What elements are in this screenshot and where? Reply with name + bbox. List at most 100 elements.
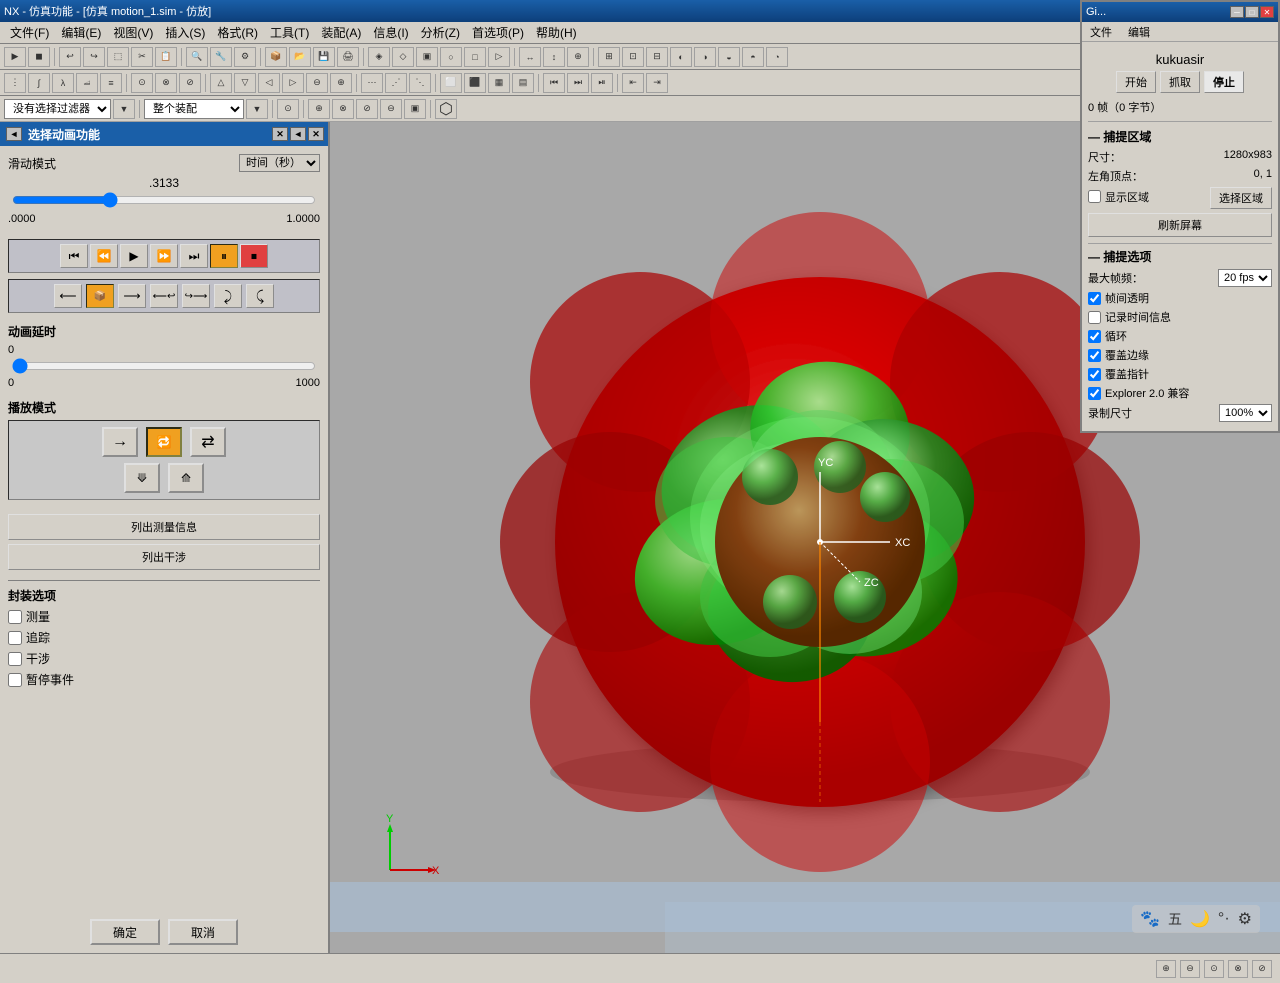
toolbar3-btn-5[interactable]: ⊗ <box>332 99 354 119</box>
pause-btn[interactable]: ⏸ <box>210 244 238 268</box>
toolbar2-btn-20[interactable]: ▦ <box>488 73 510 93</box>
stop-capture-btn[interactable]: 停止 <box>1204 71 1244 93</box>
toolbar3-btn-4[interactable]: ⊕ <box>308 99 330 119</box>
loop-btn-2[interactable]: 📦 <box>86 284 114 308</box>
toolbar-btn-10[interactable]: ⚙ <box>234 47 256 67</box>
toolbar2-btn-6[interactable]: ⊙ <box>131 73 153 93</box>
toolbar-btn-16[interactable]: ◇ <box>392 47 414 67</box>
assembly-dropdown[interactable]: 整个装配 <box>144 99 244 119</box>
toolbar-btn-3[interactable]: ↩ <box>59 47 81 67</box>
play-mode-loop-btn[interactable]: 🔁 <box>146 427 182 457</box>
loop-btn-4[interactable]: ⟵↩ <box>150 284 178 308</box>
select-area-btn[interactable]: 选择区域 <box>1210 187 1272 209</box>
menu-preferences[interactable]: 首选项(P) <box>466 22 530 43</box>
menu-help[interactable]: 帮助(H) <box>530 22 583 43</box>
rp-menu-edit[interactable]: 编辑 <box>1124 23 1154 41</box>
fwd-end-btn[interactable]: ⏭ <box>180 244 208 268</box>
toolbar2-btn-10[interactable]: ▽ <box>234 73 256 93</box>
list-interference-btn[interactable]: 列出干涉 <box>8 544 320 570</box>
toolbar2-btn-5[interactable]: ≡ <box>100 73 122 93</box>
toolbar2-btn-9[interactable]: △ <box>210 73 232 93</box>
loop-checkbox[interactable] <box>1088 330 1101 343</box>
loop-btn-6[interactable]: ⤸ <box>214 284 242 308</box>
play-mode-btn-5[interactable]: ⟰ <box>168 463 204 493</box>
toolbar-btn-25[interactable]: ⊡ <box>622 47 644 67</box>
toolbar-btn-20[interactable]: ▷ <box>488 47 510 67</box>
cancel-btn[interactable]: 取消 <box>168 919 238 945</box>
toolbar-btn-24[interactable]: ⊞ <box>598 47 620 67</box>
toolbar2-btn-18[interactable]: ⬜ <box>440 73 462 93</box>
rp-maximize-btn[interactable]: □ <box>1245 6 1259 18</box>
rp-menu-file[interactable]: 文件 <box>1086 23 1116 41</box>
loop-btn-1[interactable]: ⟵ <box>54 284 82 308</box>
menu-info[interactable]: 信息(I) <box>367 22 414 43</box>
toolbar-btn-19[interactable]: □ <box>464 47 486 67</box>
toolbar2-btn-22[interactable]: ⏮ <box>543 73 565 93</box>
toolbar2-btn-13[interactable]: ⊖ <box>306 73 328 93</box>
toolbar-btn-17[interactable]: ▣ <box>416 47 438 67</box>
refresh-screen-btn[interactable]: 刷新屏幕 <box>1088 213 1272 237</box>
fps-select[interactable]: 20 fps 30 fps 15 fps <box>1218 269 1272 287</box>
status-btn-3[interactable]: ⊙ <box>1204 960 1224 978</box>
panel-expand-btn[interactable]: ◄ <box>6 127 22 141</box>
confirm-btn[interactable]: 确定 <box>90 919 160 945</box>
panel-close-btn[interactable]: ◄ <box>290 127 306 141</box>
rewind-start-btn[interactable]: ⏮ <box>60 244 88 268</box>
toolbar-start-btn[interactable]: ▶ <box>4 47 26 67</box>
measure-checkbox[interactable] <box>8 610 22 624</box>
loop-btn-3[interactable]: ⟶ <box>118 284 146 308</box>
toolbar-btn-9[interactable]: 🔧 <box>210 47 232 67</box>
toolbar3-btn-3[interactable]: ⊙ <box>277 99 299 119</box>
toolbar3-btn-6[interactable]: ⊘ <box>356 99 378 119</box>
status-btn-4[interactable]: ⊗ <box>1228 960 1248 978</box>
toolbar-btn-28[interactable]: ◑ <box>694 47 716 67</box>
selection-dropdown[interactable]: 没有选择过滤器 <box>4 99 111 119</box>
cover-pointer-checkbox[interactable] <box>1088 368 1101 381</box>
panel-close-x-btn[interactable]: ✕ <box>308 127 324 141</box>
rp-minimize-btn[interactable]: ─ <box>1230 6 1244 18</box>
toolbar3-btn-7[interactable]: ⊖ <box>380 99 402 119</box>
menu-format[interactable]: 格式(R) <box>211 22 264 43</box>
show-area-checkbox[interactable] <box>1088 190 1101 203</box>
toolbar2-btn-1[interactable]: ⋮ <box>4 73 26 93</box>
time-slider[interactable] <box>12 192 316 208</box>
status-btn-5[interactable]: ⊘ <box>1252 960 1272 978</box>
menu-tools[interactable]: 工具(T) <box>264 22 315 43</box>
delay-slider[interactable] <box>12 358 316 374</box>
step-fwd-btn[interactable]: ⏩ <box>150 244 178 268</box>
toolbar-btn-2[interactable]: ◼ <box>28 47 50 67</box>
toolbar2-btn-3[interactable]: λ <box>52 73 74 93</box>
status-btn-2[interactable]: ⊖ <box>1180 960 1200 978</box>
menu-analyze[interactable]: 分析(Z) <box>415 22 466 43</box>
menu-file[interactable]: 文件(F) <box>4 22 55 43</box>
toolbar-btn-21[interactable]: ↔ <box>519 47 541 67</box>
play-mode-bounce-btn[interactable]: ⇄ <box>190 427 226 457</box>
toolbar2-btn-24[interactable]: ⏯ <box>591 73 613 93</box>
toolbar2-btn-14[interactable]: ⊕ <box>330 73 352 93</box>
toolbar2-btn-11[interactable]: ◁ <box>258 73 280 93</box>
toolbar-btn-6[interactable]: ✂ <box>131 47 153 67</box>
frame-transparent-checkbox[interactable] <box>1088 292 1101 305</box>
toolbar2-btn-17[interactable]: ⋱ <box>409 73 431 93</box>
toolbar2-btn-25[interactable]: ⇤ <box>622 73 644 93</box>
record-time-checkbox[interactable] <box>1088 311 1101 324</box>
toolbar-btn-23[interactable]: ⊕ <box>567 47 589 67</box>
toolbar-btn-22[interactable]: ↕ <box>543 47 565 67</box>
toolbar2-btn-21[interactable]: ▤ <box>512 73 534 93</box>
explorer-compat-checkbox[interactable] <box>1088 387 1101 400</box>
menu-assembly[interactable]: 装配(A) <box>315 22 367 43</box>
status-btn-1[interactable]: ⊕ <box>1156 960 1176 978</box>
start-capture-btn[interactable]: 开始 <box>1116 71 1156 93</box>
stop-btn[interactable]: ⏹ <box>240 244 268 268</box>
toolbar2-btn-16[interactable]: ⋰ <box>385 73 407 93</box>
toolbar-btn-30[interactable]: ◓ <box>742 47 764 67</box>
toolbar-btn-5[interactable]: ⬚ <box>107 47 129 67</box>
toolbar-btn-15[interactable]: ◈ <box>368 47 390 67</box>
menu-view[interactable]: 视图(V) <box>107 22 159 43</box>
toolbar-btn-29[interactable]: ◒ <box>718 47 740 67</box>
toolbar-btn-8[interactable]: 🔍 <box>186 47 208 67</box>
toolbar2-btn-7[interactable]: ⊗ <box>155 73 177 93</box>
play-mode-forward-btn[interactable]: → <box>102 427 138 457</box>
toolbar-btn-4[interactable]: ↪ <box>83 47 105 67</box>
cover-edge-checkbox[interactable] <box>1088 349 1101 362</box>
